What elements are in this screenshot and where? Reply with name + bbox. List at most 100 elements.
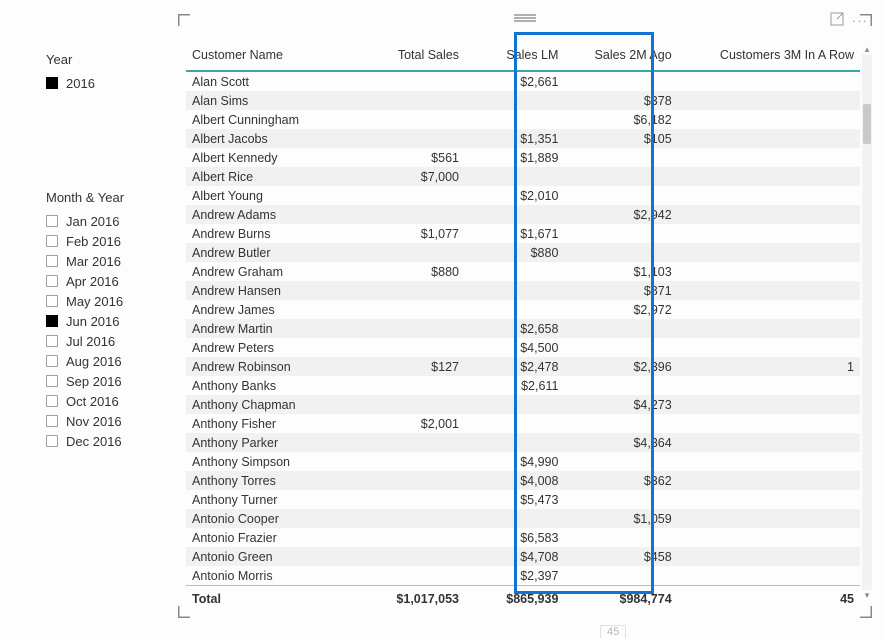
table-row[interactable]: Anthony Torres$4,008$362 bbox=[186, 471, 860, 490]
table-row[interactable]: Andrew Burns$1,077$1,671 bbox=[186, 224, 860, 243]
slicer-item-label: Aug 2016 bbox=[66, 354, 122, 369]
cell-name: Antonio Frazier bbox=[186, 528, 355, 547]
cell-c3: 1 bbox=[678, 357, 860, 376]
cell-name: Anthony Simpson bbox=[186, 452, 355, 471]
table-row[interactable]: Albert Kennedy$561$1,889 bbox=[186, 148, 860, 167]
checkbox-icon[interactable] bbox=[46, 215, 58, 227]
table-row[interactable]: Anthony Chapman$4,273 bbox=[186, 395, 860, 414]
cell-c3 bbox=[678, 547, 860, 566]
slicer-month-item[interactable]: Mar 2016 bbox=[46, 251, 176, 271]
slicer-month-item[interactable]: Dec 2016 bbox=[46, 431, 176, 451]
cell-total bbox=[355, 129, 465, 148]
scroll-thumb[interactable] bbox=[863, 104, 871, 144]
table-row[interactable]: Antonio Frazier$6,583 bbox=[186, 528, 860, 547]
checkbox-icon[interactable] bbox=[46, 77, 58, 89]
slicer-month-item[interactable]: Jun 2016 bbox=[46, 311, 176, 331]
table-row[interactable]: Andrew Martin$2,658 bbox=[186, 319, 860, 338]
cell-total: $2,001 bbox=[355, 414, 465, 433]
checkbox-icon[interactable] bbox=[46, 355, 58, 367]
cell-lm bbox=[465, 433, 564, 452]
cell-total bbox=[355, 205, 465, 224]
checkbox-icon[interactable] bbox=[46, 275, 58, 287]
slicer-month-item[interactable]: Apr 2016 bbox=[46, 271, 176, 291]
scroll-up-icon[interactable]: ▴ bbox=[862, 44, 872, 54]
selection-corner-icon bbox=[858, 604, 872, 618]
more-options-icon[interactable]: ··· bbox=[852, 13, 868, 28]
scroll-down-icon[interactable]: ▾ bbox=[862, 590, 872, 600]
data-table[interactable]: Customer Name Total Sales Sales LM Sales… bbox=[186, 38, 860, 606]
checkbox-icon[interactable] bbox=[46, 235, 58, 247]
slicer-year[interactable]: Year 2016 bbox=[46, 52, 166, 93]
table-row[interactable]: Anthony Simpson $4,990 bbox=[186, 452, 860, 471]
table-row[interactable]: Anthony Turner$5,473 bbox=[186, 490, 860, 509]
table-row[interactable]: Antonio Cooper$1,059 bbox=[186, 509, 860, 528]
col-customer-name[interactable]: Customer Name bbox=[186, 38, 355, 71]
cell-lm bbox=[465, 300, 564, 319]
table-row[interactable]: Anthony Banks$2,611 bbox=[186, 376, 860, 395]
cell-c3 bbox=[678, 395, 860, 414]
checkbox-icon[interactable] bbox=[46, 435, 58, 447]
table-row[interactable]: Andrew Adams$2,942 bbox=[186, 205, 860, 224]
col-sales-lm[interactable]: Sales LM bbox=[465, 38, 564, 71]
table-row[interactable]: Anthony Fisher$2,001 bbox=[186, 414, 860, 433]
col-total-sales[interactable]: Total Sales bbox=[355, 38, 465, 71]
slicer-month-item[interactable]: May 2016 bbox=[46, 291, 176, 311]
cell-name: Andrew Peters bbox=[186, 338, 355, 357]
slicer-month-item[interactable]: Aug 2016 bbox=[46, 351, 176, 371]
table-visual[interactable]: ··· Customer Name Total Sales Sales LM S… bbox=[178, 14, 872, 618]
cell-lm bbox=[465, 110, 564, 129]
table-row[interactable]: Albert Rice$7,000 bbox=[186, 167, 860, 186]
slicer-item-label: Apr 2016 bbox=[66, 274, 119, 289]
checkbox-icon[interactable] bbox=[46, 315, 58, 327]
table-row[interactable]: Anthony Parker$4,364 bbox=[186, 433, 860, 452]
cell-lm bbox=[465, 509, 564, 528]
table-row[interactable]: Albert Cunningham$6,182 bbox=[186, 110, 860, 129]
focus-mode-icon[interactable] bbox=[830, 12, 844, 29]
slicer-month-items: Jan 2016Feb 2016Mar 2016 Apr 2016 May 2016… bbox=[46, 211, 176, 451]
table-row[interactable]: Andrew James$2,972 bbox=[186, 300, 860, 319]
table-row[interactable]: Andrew Hansen$871 bbox=[186, 281, 860, 300]
table-row[interactable]: Antonio Morris$2,397 bbox=[186, 566, 860, 586]
cell-c3 bbox=[678, 205, 860, 224]
table-header-row[interactable]: Customer Name Total Sales Sales LM Sales… bbox=[186, 38, 860, 71]
checkbox-icon[interactable] bbox=[46, 375, 58, 387]
slicer-month-item[interactable]: Sep 2016 bbox=[46, 371, 176, 391]
checkbox-icon[interactable] bbox=[46, 395, 58, 407]
slicer-month-item[interactable]: Feb 2016 bbox=[46, 231, 176, 251]
table-row[interactable]: Alan Scott$2,661 bbox=[186, 71, 860, 91]
cell-name: Albert Kennedy bbox=[186, 148, 355, 167]
table-row[interactable]: Andrew Peters$4,500 bbox=[186, 338, 860, 357]
table-row[interactable]: Andrew Robinson$127$2,478$2,3961 bbox=[186, 357, 860, 376]
cell-lm: $1,889 bbox=[465, 148, 564, 167]
cell-total bbox=[355, 509, 465, 528]
checkbox-icon[interactable] bbox=[46, 295, 58, 307]
cell-name: Andrew Graham bbox=[186, 262, 355, 281]
cell-c3 bbox=[678, 71, 860, 91]
col-customers-3m[interactable]: Customers 3M In A Row bbox=[678, 38, 860, 71]
cell-m2 bbox=[564, 528, 677, 547]
slicer-month-item[interactable]: Jan 2016 bbox=[46, 211, 176, 231]
table-row[interactable]: Alan Sims$378 bbox=[186, 91, 860, 110]
drag-handle-icon[interactable] bbox=[514, 14, 536, 20]
slicer-month-item[interactable]: Nov 2016 bbox=[46, 411, 176, 431]
checkbox-icon[interactable] bbox=[46, 335, 58, 347]
cell-lm bbox=[465, 281, 564, 300]
col-sales-2m-ago[interactable]: Sales 2M Ago bbox=[564, 38, 677, 71]
cell-name: Anthony Torres bbox=[186, 471, 355, 490]
slicer-year-item[interactable]: 2016 bbox=[46, 73, 166, 93]
slicer-month-item[interactable]: Jul 2016 bbox=[46, 331, 176, 351]
checkbox-icon[interactable] bbox=[46, 255, 58, 267]
cell-name: Antonio Cooper bbox=[186, 509, 355, 528]
cell-name: Anthony Chapman bbox=[186, 395, 355, 414]
vertical-scrollbar[interactable]: ▴ ▾ bbox=[862, 54, 872, 590]
table-row[interactable]: Andrew Butler$880 bbox=[186, 243, 860, 262]
table-row[interactable]: Andrew Graham$880$1,103 bbox=[186, 262, 860, 281]
slicer-month[interactable]: Month & Year Jan 2016Feb 2016Mar 2016Apr… bbox=[46, 190, 176, 451]
slicer-month-item[interactable]: Oct 2016 bbox=[46, 391, 176, 411]
table-row[interactable]: Albert Young$2,010 bbox=[186, 186, 860, 205]
cell-lm: $4,990 bbox=[465, 452, 564, 471]
table-row[interactable]: Antonio Green$4,708$458 bbox=[186, 547, 860, 566]
cell-name: Anthony Turner bbox=[186, 490, 355, 509]
checkbox-icon[interactable] bbox=[46, 415, 58, 427]
table-row[interactable]: Albert Jacobs$1,351$105 bbox=[186, 129, 860, 148]
